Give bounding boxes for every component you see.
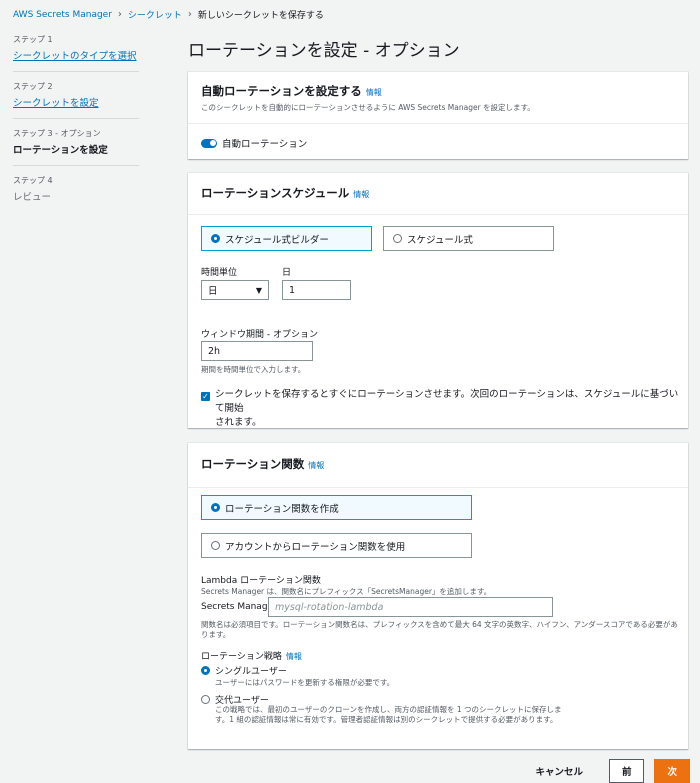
rotation-schedule-panel: ローテーションスケジュール 情報 スケジュール式ビルダー スケジュール式 時間単位… — [188, 173, 688, 428]
breadcrumb-secrets-link[interactable]: シークレット — [128, 8, 182, 21]
step-number: ステップ 1 — [13, 35, 53, 44]
step-link-choose-type[interactable]: シークレットのタイプを選択 — [13, 51, 137, 62]
alternating-users-hint: この戦略では、最初のユーザーのクローンを作成し、両方の認証情報を 1 つのシーク… — [215, 705, 562, 725]
auto-rotation-toggle[interactable] — [201, 138, 217, 148]
previous-button[interactable]: 前 — [608, 759, 645, 783]
step-link-configure-secret[interactable]: シークレットを設定 — [13, 98, 99, 109]
rotate-immediately-checkbox[interactable]: ✓ — [201, 392, 210, 401]
wizard-step-3: ステップ 3 - オプション ローテーションを設定 — [13, 128, 139, 166]
option-label: アカウントからローテーション関数を使用 — [225, 541, 406, 553]
radio-selected-icon — [211, 234, 220, 243]
rotation-function-panel: ローテーション関数 情報 ローテーション関数を作成 アカウントからローテーション関… — [188, 443, 688, 749]
panel-title-text: 自動ローテーションを設定する — [201, 84, 362, 98]
wizard-footer: キャンセル 前 次 — [535, 759, 690, 783]
radio-unselected-icon — [393, 234, 402, 243]
breadcrumb: AWS Secrets Manager › シークレット › 新しいシークレット… — [13, 8, 324, 21]
panel-title: 自動ローテーションを設定する 情報 — [201, 83, 675, 99]
auto-rotation-panel: 自動ローテーションを設定する 情報 このシークレットを自動的にローテーションさせる… — [188, 72, 688, 159]
option-label: スケジュール式 — [407, 234, 473, 246]
wizard-step-2: ステップ 2 シークレットを設定 — [13, 81, 139, 119]
window-value: 2h — [208, 345, 221, 357]
schedule-builder-option[interactable]: スケジュール式ビルダー — [201, 226, 372, 251]
next-button[interactable]: 次 — [654, 759, 690, 783]
panel-title-text: ローテーションスケジュール — [201, 186, 350, 200]
option-label: ローテーション関数を作成 — [225, 503, 339, 515]
option-label: スケジュール式ビルダー — [225, 234, 329, 246]
window-hint: 期間を時間単位で入力します。 — [201, 365, 306, 374]
panel-body: 自動ローテーション — [188, 124, 688, 162]
rotate-immediately-line1: シークレットを保存するとすぐにローテーションさせます。次回のローテーションは、ス… — [215, 389, 679, 414]
day-value: 1 — [289, 284, 296, 296]
step-number: ステップ 2 — [13, 82, 53, 91]
page-title: ローテーションを設定 - オプション — [188, 41, 460, 61]
auto-rotation-toggle-label: 自動ローテーション — [222, 139, 308, 150]
step-review: レビュー — [13, 192, 52, 203]
step-number: ステップ 4 — [13, 176, 53, 185]
breadcrumb-current: 新しいシークレットを保存する — [197, 11, 324, 21]
panel-title: ローテーションスケジュール 情報 — [201, 185, 675, 201]
panel-header: ローテーション関数 情報 — [188, 443, 688, 488]
time-unit-label: 時間単位 — [201, 268, 238, 278]
chevron-right-icon: › — [117, 9, 122, 20]
cancel-button[interactable]: キャンセル — [535, 764, 583, 778]
rotate-immediately-line2: されます。 — [215, 416, 262, 428]
radio-unselected-icon — [211, 541, 220, 550]
create-function-option[interactable]: ローテーション関数を作成 — [201, 495, 472, 520]
info-link[interactable]: 情報 — [286, 652, 302, 661]
function-name-placeholder: mysql-rotation-lambda — [275, 601, 384, 613]
single-user-label: シングルユーザー — [215, 667, 287, 677]
strategy-label: ローテーション戦略 情報 — [201, 649, 302, 662]
panel-description: このシークレットを自動的にローテーションさせるように AWS Secrets M… — [201, 103, 535, 112]
time-unit-select[interactable]: 日 ▼ — [201, 280, 269, 300]
panel-header: ローテーションスケジュール 情報 — [188, 173, 688, 215]
wizard-step-1: ステップ 1 シークレットのタイプを選択 — [13, 34, 139, 72]
auto-rotation-toggle-row: 自動ローテーション — [201, 136, 675, 150]
schedule-expression-option[interactable]: スケジュール式 — [383, 226, 554, 251]
alternating-users-radio[interactable] — [201, 695, 210, 704]
rotate-immediately-label: シークレットを保存するとすぐにローテーションさせます。次回のローテーションは、ス… — [215, 388, 683, 429]
chevron-right-icon: › — [187, 9, 192, 20]
step-current-rotation: ローテーションを設定 — [13, 145, 108, 156]
info-link[interactable]: 情報 — [353, 190, 369, 199]
panel-header: 自動ローテーションを設定する 情報 このシークレットを自動的にローテーションさせる… — [188, 72, 688, 124]
single-user-radio[interactable] — [201, 666, 210, 675]
breadcrumb-root-link[interactable]: AWS Secrets Manager — [13, 10, 112, 20]
day-input[interactable]: 1 — [282, 280, 351, 300]
window-input[interactable]: 2h — [201, 341, 313, 361]
wizard-step-4: ステップ 4 レビュー — [13, 175, 139, 212]
lambda-hint: Secrets Manager は、関数名にプレフィックス「SecretsMan… — [201, 587, 492, 596]
caret-down-icon: ▼ — [255, 285, 262, 295]
step-number: ステップ 3 - オプション — [13, 129, 101, 138]
window-label: ウィンドウ期間 - オプション — [201, 330, 318, 340]
radio-selected-icon — [211, 503, 220, 512]
use-account-function-option[interactable]: アカウントからローテーション関数を使用 — [201, 533, 472, 558]
strategy-label-text: ローテーション戦略 — [201, 652, 282, 662]
day-label: 日 — [282, 268, 292, 278]
panel-title-text: ローテーション関数 — [201, 457, 305, 471]
lambda-label: Lambda ローテーション関数 — [201, 576, 321, 586]
wizard-steps: ステップ 1 シークレットのタイプを選択 ステップ 2 シークレットを設定 ステ… — [13, 34, 139, 221]
info-link[interactable]: 情報 — [366, 88, 382, 97]
function-name-hint: 関数名は必須項目です。ローテーション関数名は、プレフィックスを含めて最大 64 … — [201, 620, 678, 640]
time-unit-value: 日 — [208, 286, 218, 297]
function-prefix: Secrets Manager — [201, 602, 277, 612]
function-name-input[interactable]: mysql-rotation-lambda — [268, 597, 553, 617]
panel-title: ローテーション関数 情報 — [201, 456, 675, 472]
single-user-hint: ユーザーにはパスワードを更新する権限が必要です。 — [215, 678, 395, 687]
info-link[interactable]: 情報 — [308, 461, 324, 470]
